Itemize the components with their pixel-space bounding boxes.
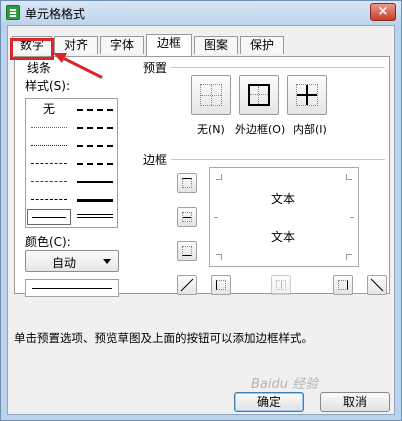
border-bottom-icon — [182, 246, 192, 256]
line-style-thin-selected[interactable] — [27, 209, 71, 225]
border-middle-vertical-button[interactable] — [271, 275, 291, 295]
tab-font[interactable]: 字体 — [100, 36, 144, 54]
hint-text: 单击预置选项、预览草图及上面的按钮可以添加边框样式。 — [14, 331, 313, 345]
border-right-button[interactable] — [333, 275, 353, 295]
border-left-button[interactable] — [211, 275, 231, 295]
preview-text-top: 文本 — [271, 192, 296, 206]
preset-divider — [171, 67, 385, 68]
border-preview[interactable]: 文本 文本 — [209, 167, 359, 267]
corner-mark — [346, 254, 352, 260]
cancel-button[interactable]: 取消 — [320, 392, 390, 412]
border-divider — [171, 159, 385, 160]
color-dropdown[interactable]: 自动 — [25, 250, 119, 272]
border-panel: 线条 样式(S): 无 颜色(C): 自动 预置 无(N) 外边框(O) 内部(… — [14, 56, 390, 297]
line-color-preview — [25, 279, 119, 297]
corner-mark — [216, 174, 222, 180]
line-style-none[interactable]: 无 — [27, 101, 71, 117]
preset-none-button[interactable] — [191, 75, 231, 115]
preset-outline-label: 外边框(O) — [235, 123, 286, 136]
preset-inside-button[interactable] — [287, 75, 327, 115]
line-style-slant-dash-dot[interactable] — [73, 119, 117, 135]
middle-mark — [214, 217, 218, 218]
preset-group-title: 预置 — [143, 61, 168, 75]
border-group-title: 边框 — [143, 153, 168, 167]
line-group-title: 线条 — [27, 61, 52, 75]
preset-none-label: 无(N) — [197, 123, 225, 136]
tab-number[interactable]: 数字 — [12, 36, 52, 54]
line-style-medium-dash-dot[interactable] — [73, 137, 117, 153]
border-left-icon — [216, 280, 226, 290]
border-diagonal-down-button[interactable] — [367, 275, 387, 295]
tab-protection[interactable]: 保护 — [240, 36, 284, 54]
dropdown-arrow-icon — [103, 259, 111, 264]
line-style-double[interactable] — [73, 209, 117, 225]
line-style-thick[interactable] — [73, 191, 117, 207]
line-style-dash-dot-dot[interactable] — [27, 155, 71, 171]
line-style-medium-dashed[interactable] — [73, 155, 117, 171]
diagonal-up-icon — [180, 278, 194, 292]
border-middle-horizontal-icon — [182, 212, 192, 222]
line-style-dashed[interactable] — [27, 191, 71, 207]
line-style-list: 无 — [25, 98, 118, 228]
preset-outline-button[interactable] — [239, 75, 279, 115]
corner-mark — [216, 254, 222, 260]
app-icon — [6, 5, 20, 20]
border-top-button[interactable] — [177, 173, 197, 193]
preset-outline-icon — [248, 84, 270, 106]
preset-inside-icon — [296, 84, 318, 106]
border-middle-vertical-icon — [276, 280, 286, 290]
style-label: 样式(S): — [25, 79, 71, 93]
corner-mark — [346, 174, 352, 180]
dialog-body: 数字 对齐 字体 边框 图案 保护 线条 样式(S): 无 颜色(C): 自动 … — [7, 25, 395, 415]
preset-none-icon — [200, 84, 222, 106]
border-bottom-button[interactable] — [177, 241, 197, 261]
watermark: Baidu 经验 — [251, 377, 319, 392]
ok-button[interactable]: 确定 — [234, 392, 304, 412]
preview-text-bottom: 文本 — [271, 230, 296, 244]
line-style-medium[interactable] — [73, 173, 117, 189]
color-label: 颜色(C): — [25, 235, 71, 249]
line-style-hair[interactable] — [27, 119, 71, 135]
tab-alignment[interactable]: 对齐 — [54, 36, 98, 54]
line-style-medium-dash-dot-dot[interactable] — [73, 101, 117, 117]
preset-inside-label: 内部(I) — [293, 123, 327, 136]
middle-mark — [350, 217, 354, 218]
title-bar: 单元格格式 × — [1, 1, 401, 25]
tab-pattern[interactable]: 图案 — [194, 36, 238, 54]
line-style-dash-dot[interactable] — [27, 173, 71, 189]
close-button[interactable]: × — [370, 3, 396, 21]
border-middle-horizontal-button[interactable] — [177, 207, 197, 227]
tab-border[interactable]: 边框 — [146, 34, 192, 56]
border-diagonal-up-button[interactable] — [177, 275, 197, 295]
cell-format-dialog: 单元格格式 × 数字 对齐 字体 边框 图案 保护 线条 样式(S): 无 颜色… — [0, 0, 402, 421]
color-value: 自动 — [52, 256, 77, 270]
border-right-icon — [338, 280, 348, 290]
window-title: 单元格格式 — [25, 7, 86, 21]
border-top-icon — [182, 178, 192, 188]
diagonal-down-icon — [370, 278, 384, 292]
line-style-dotted[interactable] — [27, 137, 71, 153]
